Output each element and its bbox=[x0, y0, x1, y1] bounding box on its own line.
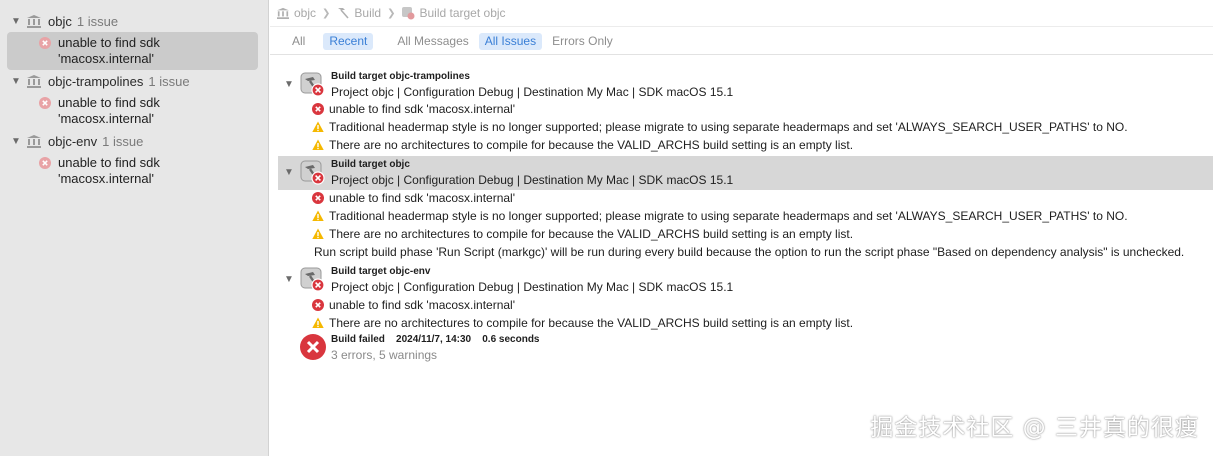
group-issue-count: 1 issue bbox=[102, 133, 144, 149]
build-target-title: Build target objc-env bbox=[331, 266, 431, 277]
warning-icon bbox=[312, 139, 324, 150]
filter-all-messages[interactable]: All Messages bbox=[391, 33, 474, 50]
build-target-header[interactable]: ▼ Build target objc-trampolines Project … bbox=[278, 68, 1213, 102]
chevron-down-icon[interactable]: ▼ bbox=[284, 79, 294, 90]
breadcrumb-build[interactable]: Build bbox=[336, 6, 381, 20]
chevron-down-icon[interactable]: ▼ bbox=[8, 136, 24, 147]
project-icon bbox=[27, 15, 41, 28]
build-error-icon bbox=[402, 7, 415, 20]
group-name: objc bbox=[48, 13, 72, 29]
warning-icon bbox=[312, 121, 324, 132]
build-target-icon bbox=[300, 160, 325, 185]
log-message[interactable]: There are no architectures to compile fo… bbox=[312, 225, 853, 243]
watermark: 掘金技术社区 @ 三井真的很瘦 bbox=[870, 415, 1199, 441]
chevron-right-icon: ❯ bbox=[387, 7, 396, 19]
chevron-down-icon[interactable]: ▼ bbox=[284, 274, 294, 285]
issue-item[interactable]: unable to find sdk'macosx.internal' bbox=[7, 152, 258, 190]
breadcrumb-build-target[interactable]: Build target objc bbox=[401, 6, 506, 20]
log-message[interactable]: There are no architectures to compile fo… bbox=[312, 136, 853, 154]
log-message[interactable]: unable to find sdk 'macosx.internal' bbox=[312, 100, 515, 118]
log-message[interactable]: Run script build phase 'Run Script (mark… bbox=[314, 243, 1184, 261]
breadcrumb-project[interactable]: objc bbox=[276, 6, 316, 20]
chevron-down-icon[interactable]: ▼ bbox=[284, 167, 294, 178]
log-filter-bar: All Recent All Messages All Issues Error… bbox=[270, 28, 1213, 55]
warning-icon bbox=[312, 210, 324, 221]
filter-all-issues[interactable]: All Issues bbox=[478, 32, 543, 50]
error-icon bbox=[312, 299, 324, 311]
error-icon bbox=[312, 103, 324, 115]
error-icon bbox=[312, 192, 324, 204]
filter-errors-only[interactable]: Errors Only bbox=[546, 33, 619, 50]
filter-recent[interactable]: Recent bbox=[323, 32, 374, 50]
build-result-summary: 3 errors, 5 warnings bbox=[331, 348, 438, 362]
hammer-icon bbox=[338, 8, 350, 19]
jump-bar: objc ❯ Build ❯ Build target objc bbox=[270, 0, 1213, 27]
build-log-editor: objc ❯ Build ❯ Build target objc All Rec… bbox=[270, 0, 1213, 456]
project-icon bbox=[27, 75, 41, 88]
build-result-title: Build failed 2024/11/7, 14:30 0.6 second… bbox=[331, 334, 540, 345]
build-target-icon bbox=[300, 72, 325, 97]
error-icon bbox=[39, 97, 51, 109]
build-target-icon bbox=[300, 267, 325, 292]
filter-all[interactable]: All bbox=[286, 33, 311, 50]
issue-item[interactable]: unable to find sdk'macosx.internal' bbox=[7, 92, 258, 130]
build-target-title: Build target objc bbox=[331, 159, 410, 170]
build-target-header[interactable]: ▼ Build target objc Project objc | Confi… bbox=[278, 156, 1213, 190]
build-target-subtitle: Project objc | Configuration Debug | Des… bbox=[331, 173, 734, 187]
build-log: ▼ Build target objc-trampolines Project … bbox=[270, 56, 1213, 456]
error-icon bbox=[39, 37, 51, 49]
chevron-right-icon: ❯ bbox=[322, 7, 331, 19]
group-name: objc-env bbox=[48, 133, 98, 149]
issue-group-objc-trampolines[interactable]: ▼ objc-trampolines 1 issue bbox=[0, 71, 269, 91]
group-name: objc-trampolines bbox=[48, 73, 144, 89]
build-target-title: Build target objc-trampolines bbox=[331, 71, 470, 82]
build-target-subtitle: Project objc | Configuration Debug | Des… bbox=[331, 85, 734, 99]
project-icon bbox=[27, 135, 41, 148]
issue-item[interactable]: unable to find sdk'macosx.internal' bbox=[7, 32, 258, 70]
group-issue-count: 1 issue bbox=[148, 73, 190, 89]
issue-group-objc-env[interactable]: ▼ objc-env 1 issue bbox=[0, 131, 269, 151]
issue-text: unable to find sdk'macosx.internal' bbox=[58, 95, 160, 126]
build-failed-icon bbox=[300, 334, 326, 360]
project-icon bbox=[277, 7, 289, 19]
error-icon bbox=[39, 157, 51, 169]
chevron-down-icon[interactable]: ▼ bbox=[8, 16, 24, 27]
issue-text: unable to find sdk'macosx.internal' bbox=[58, 35, 160, 66]
build-target-subtitle: Project objc | Configuration Debug | Des… bbox=[331, 280, 734, 294]
log-message[interactable]: unable to find sdk 'macosx.internal' bbox=[312, 189, 515, 207]
build-target-header[interactable]: ▼ Build target objc-env Project objc | C… bbox=[278, 263, 1213, 297]
log-message[interactable]: There are no architectures to compile fo… bbox=[312, 314, 853, 332]
log-message[interactable]: Traditional headermap style is no longer… bbox=[312, 118, 1128, 136]
chevron-down-icon[interactable]: ▼ bbox=[8, 76, 24, 87]
issue-text: unable to find sdk'macosx.internal' bbox=[58, 155, 160, 186]
log-message[interactable]: unable to find sdk 'macosx.internal' bbox=[312, 296, 515, 314]
warning-icon bbox=[312, 228, 324, 239]
build-result[interactable]: Build failed 2024/11/7, 14:30 0.6 second… bbox=[300, 334, 900, 364]
group-issue-count: 1 issue bbox=[76, 13, 119, 29]
warning-icon bbox=[312, 317, 324, 328]
xcode-window: ▼ objc 1 issue unable to find sdk'macosx… bbox=[0, 0, 1213, 456]
issue-navigator: ▼ objc 1 issue unable to find sdk'macosx… bbox=[0, 0, 269, 456]
log-message[interactable]: Traditional headermap style is no longer… bbox=[312, 207, 1128, 225]
issue-group-objc[interactable]: ▼ objc 1 issue bbox=[0, 11, 269, 31]
